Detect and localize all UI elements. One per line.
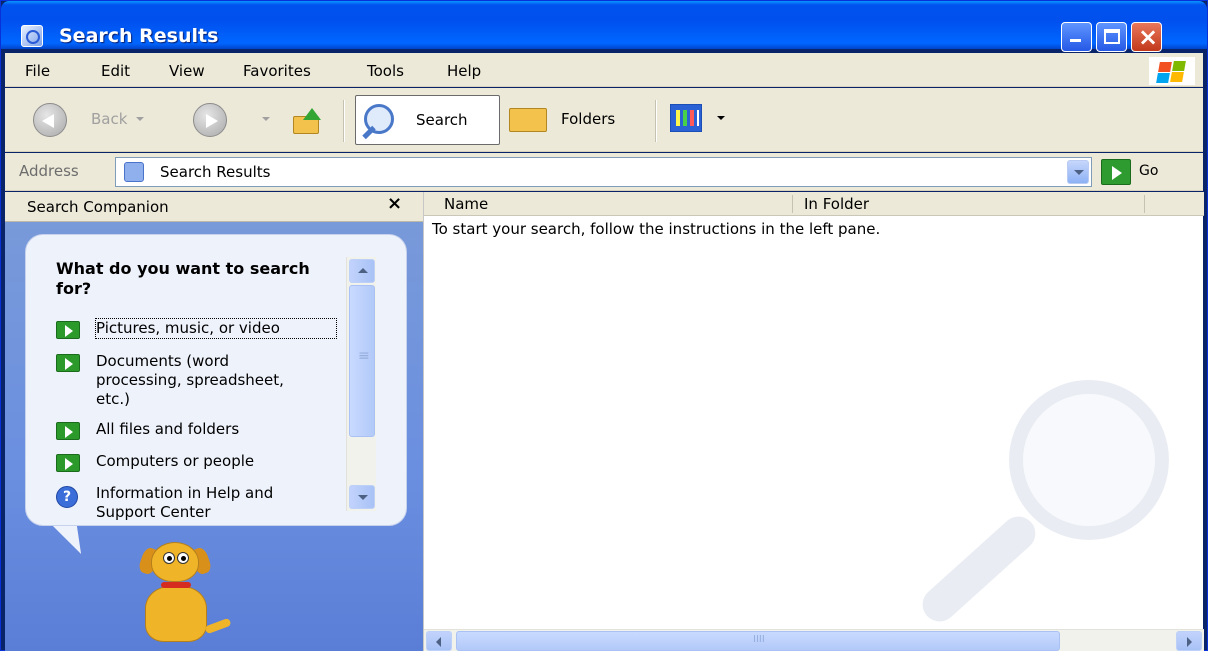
search-companion-dog-icon[interactable] [125,542,235,651]
folders-button[interactable]: Folders [507,102,647,138]
address-bar: Address Search Results Go [5,153,1203,191]
empty-results-hint: To start your search, follow the instruc… [432,220,881,238]
scroll-left-icon[interactable] [426,631,452,651]
search-button-label: Search [416,111,468,129]
toolbar-separator [343,100,345,142]
title-bar[interactable]: Search Results × [1,1,1207,52]
scroll-up-icon[interactable] [349,259,375,283]
maximize-button[interactable] [1096,22,1127,52]
close-icon: × [1138,23,1159,51]
search-question: What do you want to search for? [56,259,310,298]
option-label: Pictures, music, or video [95,318,337,339]
scroll-thumb[interactable] [349,285,375,437]
close-pane-icon[interactable]: × [387,193,402,214]
search-results-icon [124,162,144,182]
search-companion-header: Search Companion × [5,192,423,222]
column-header: Name In Folder [424,192,1204,216]
search-companion-title: Search Companion [27,198,169,216]
toolbar: Back Search Folders [5,88,1203,152]
menu-favorites[interactable]: Favorites [243,62,311,80]
menu-edit[interactable]: Edit [101,62,130,80]
address-value: Search Results [160,163,271,181]
menu-help[interactable]: Help [447,62,481,80]
toolbar-separator [655,100,657,142]
back-arrow-icon[interactable] [33,103,67,137]
folders-icon [509,108,547,132]
menu-tools[interactable]: Tools [367,62,404,80]
close-button[interactable]: × [1131,22,1162,52]
address-label: Address [19,162,79,180]
green-arrow-icon [56,454,80,472]
address-field[interactable]: Search Results [115,157,1092,187]
menu-file[interactable]: File [25,62,50,80]
scroll-down-icon[interactable] [349,485,375,509]
search-button[interactable]: Search [355,95,500,145]
window-title: Search Results [59,25,219,47]
column-name[interactable]: Name [444,195,488,213]
views-dropdown-icon[interactable] [717,116,725,120]
forward-dropdown-icon[interactable] [262,117,270,121]
menu-view[interactable]: View [169,62,205,80]
column-divider[interactable] [792,195,793,213]
up-folder-button[interactable] [293,108,323,136]
forward-button[interactable] [193,103,227,137]
horizontal-scrollbar[interactable] [424,629,1204,651]
go-arrow-icon[interactable] [1101,159,1131,185]
search-results-icon [21,25,43,47]
back-dropdown-icon[interactable] [136,117,144,121]
option-label: Documents (word processing, spreadsheet,… [96,352,284,408]
magnifier-watermark-icon [899,372,1199,632]
option-label: Computers or people [96,452,255,470]
minimize-icon [1070,39,1081,42]
horizontal-scroll-thumb[interactable] [456,631,1060,651]
go-button[interactable]: Go [1139,163,1158,179]
maximize-icon [1104,29,1120,44]
back-button[interactable]: Back [91,110,127,128]
green-arrow-icon [56,422,80,440]
green-arrow-icon [56,354,80,372]
green-arrow-icon [56,321,80,339]
windows-logo-icon [1149,57,1195,85]
address-dropdown-icon[interactable] [1067,160,1089,184]
search-companion-pane: Search Companion × What do you want to s… [5,192,423,651]
search-options-balloon: What do you want to search for? Pictures… [25,234,407,526]
results-pane: Name In Folder To start your search, fol… [423,192,1204,651]
balloon-tail [52,526,94,554]
option-label: All files and folders [96,420,240,438]
folders-button-label: Folders [561,110,616,128]
help-icon [56,486,78,508]
options-scrollbar[interactable] [346,257,376,511]
column-in-folder[interactable]: In Folder [804,195,869,213]
views-button[interactable] [670,104,702,132]
option-label: Information in Help and Support Center [96,484,274,521]
window: Search Results × File Edit View Favorite… [0,0,1208,651]
minimize-button[interactable] [1061,22,1092,52]
scroll-right-icon[interactable] [1176,631,1202,651]
menu-bar: File Edit View Favorites Tools Help [5,53,1203,87]
column-divider[interactable] [1144,195,1145,213]
up-arrow-icon [303,108,321,120]
